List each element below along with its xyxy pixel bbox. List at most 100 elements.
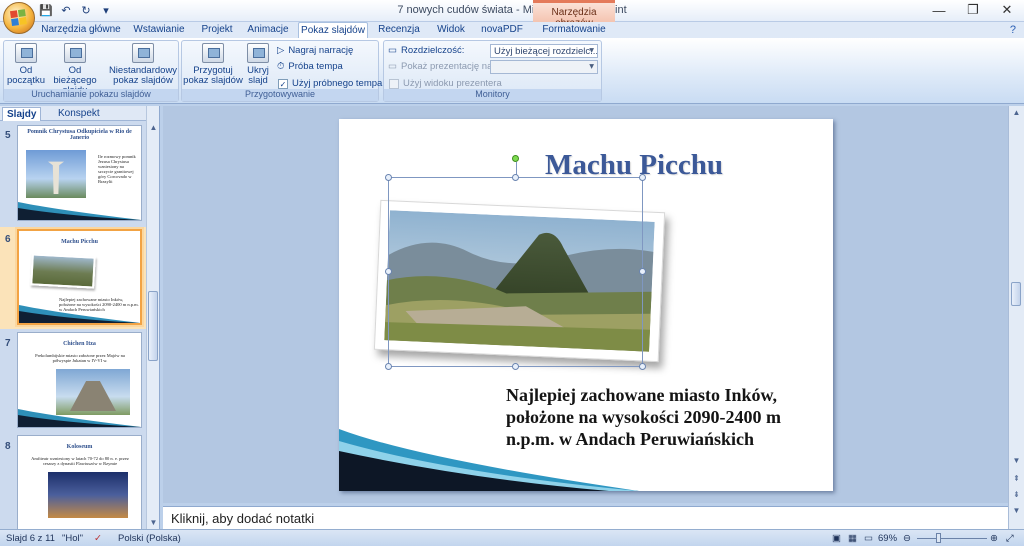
resize-handle[interactable] [385,268,392,275]
resize-handle[interactable] [512,174,519,181]
tab-review[interactable]: Recenzja [376,22,422,38]
resize-handle[interactable] [639,174,646,181]
status-bar: Slajd 6 z 11 "Hol" ✓ Polski (Polska) ▣ ▦… [0,529,1024,546]
theme-name: "Hol" [62,533,83,544]
close-button[interactable]: ✕ [990,0,1024,20]
show-on-label: ▭ Pokaż prezentację na: [388,61,495,72]
thumbnail-wave-decor [18,409,141,427]
presenter-view-checkbox[interactable]: Użyj widoku prezentera [389,78,502,89]
zoom-slider-thumb[interactable] [936,533,941,543]
editor-scrollbar[interactable]: ▲ ▼ ⇞ ⇟ ▼ [1008,106,1024,529]
tab-view[interactable]: Widok [431,22,471,38]
window-title: 7 nowych cudów świata - Microsoft PowerP… [397,4,627,16]
show-on-dropdown[interactable] [490,60,598,74]
group-label-setup: Przygotowywanie [182,89,378,101]
title-bar: 💾 ↶ ↻ ▾ 7 nowych cudów świata - Microsof… [0,0,1024,29]
slide-number: 8 [5,441,11,452]
tab-insert[interactable]: Wstawianie [128,22,190,38]
hide-slide-button[interactable]: Ukryj slajd [242,43,274,86]
tab-slide-show[interactable]: Pokaz slajdów [298,22,368,38]
tab-design[interactable]: Projekt [196,22,238,38]
resolution-dropdown[interactable]: Użyj bieżącej rozdzielc... [490,44,598,58]
picture-tools-header: Narzędzia obrazów [533,0,615,29]
scroll-down-arrow-icon[interactable]: ▼ [1010,454,1023,467]
checkbox-presenter-view[interactable] [389,78,399,89]
zoom-level[interactable]: 69% [878,533,897,544]
scroll-up-arrow-icon[interactable]: ▲ [1010,106,1023,119]
resize-handle[interactable] [639,268,646,275]
notes-pane[interactable]: Kliknij, aby dodać notatki [163,506,1008,529]
scroll-thumb[interactable] [148,291,158,361]
zoom-slider-track[interactable] [917,538,987,539]
fit-to-window-icon[interactable]: ⤢ [1006,533,1014,544]
zoom-in-icon[interactable]: ⊕ [990,533,998,544]
minimize-button[interactable]: — [922,0,956,20]
spellcheck-icon[interactable]: ✓ [94,533,102,544]
hide-slide-icon [247,43,269,63]
thumbnail-photo [48,472,128,518]
thumbnail-photo [26,150,86,198]
resize-handle[interactable] [385,174,392,181]
scroll-down-arrow-icon[interactable]: ▼ [1010,504,1023,517]
tab-outline[interactable]: Konspekt [54,107,104,121]
slide-thumbnail-6[interactable]: Machu Picchu Najlepiej zachowane miasto … [17,229,142,325]
normal-view-icon[interactable]: ▣ [832,533,841,544]
thumbnail-title: Pomnik Chrystusa Odkupiciela w Rio de Ja… [27,129,132,141]
custom-slideshow-button[interactable]: Niestandardowy pokaz slajdów [107,43,179,86]
tab-format[interactable]: Formatowanie [538,22,610,38]
panel-tabs: Slajdy Konspekt × [0,106,159,121]
thumbnail-title: Chichen Itza [63,341,96,347]
tab-slides[interactable]: Slajdy [2,107,42,121]
tab-animations[interactable]: Animacje [244,22,292,38]
group-label-start: Uruchamianie pokazu slajdów [4,89,178,101]
thumbnails-scrollbar[interactable]: ▲ ▼ [146,106,159,529]
thumbnail-text: Amfiteatr wzniesiony w latach 70-72 do 8… [31,456,129,466]
group-label-monitors: Monitory [384,89,601,101]
setup-show-icon [202,43,224,63]
group-setup: Przygotuj pokaz slajdów Ukryj slajd ▷ Na… [181,40,382,102]
language-indicator[interactable]: Polski (Polska) [118,533,181,544]
slides-panel: Slajdy Konspekt × 5 Pomnik Chrystusa Odk… [0,106,160,531]
scroll-thumb[interactable] [1011,282,1021,306]
resize-handle[interactable] [385,363,392,370]
thumbnail-title: Machu Picchu [61,239,98,245]
record-narration-button[interactable]: ▷ Nagraj narrację [277,45,353,56]
next-slide-icon[interactable]: ⇟ [1010,488,1023,501]
monitor-icon: ▭ [388,45,397,56]
slide-wave-decor [339,429,639,491]
rehearse-timings-button[interactable]: ⏱ Próba tempa [277,61,343,72]
slide-sorter-icon[interactable]: ▦ [848,533,857,544]
slideshow-start-icon [15,43,37,63]
slide-counter: Slajd 6 z 11 [6,533,55,544]
tab-novapdf[interactable]: novaPDF [478,22,526,38]
resize-handle[interactable] [639,363,646,370]
scroll-down-arrow-icon[interactable]: ▼ [147,516,160,529]
slideshow-current-icon [64,43,86,63]
custom-slideshow-icon [132,43,154,63]
checkbox-use-timings[interactable]: ✓ [278,78,288,89]
slide-thumbnail-8[interactable]: Koloseum Amfiteatr wzniesiony w latach 7… [17,435,142,531]
office-button[interactable] [3,2,35,34]
tab-home[interactable]: Narzędzia główne [40,22,122,38]
rotate-handle[interactable] [512,155,519,162]
picture-selection-box[interactable] [385,155,646,370]
slide-editor: Machu Picchu Najlepiej zachowane miasto … [163,106,1008,503]
slide-number: 6 [5,234,11,245]
slide-number: 7 [5,338,11,349]
thumbnail-text: Prekolumbijskie miasto założone przez Ma… [35,353,125,363]
slideshow-view-icon[interactable]: ▭ [864,533,873,544]
zoom-out-icon[interactable]: ⊖ [903,533,911,544]
previous-slide-icon[interactable]: ⇞ [1010,472,1023,485]
resize-handle[interactable] [512,363,519,370]
setup-show-button[interactable]: Przygotuj pokaz slajdów [183,43,243,86]
slide-thumbnail-7[interactable]: Chichen Itza Prekolumbijskie miasto zało… [17,332,142,428]
scroll-up-arrow-icon[interactable]: ▲ [147,121,160,134]
help-icon[interactable]: ? [1010,24,1016,36]
group-start-slideshow: Od początku Od bieżącego slajdu Niestand… [3,40,179,102]
slide-thumbnail-5[interactable]: Pomnik Chrystusa Odkupiciela w Rio de Ja… [17,125,142,221]
restore-button[interactable]: ❐ [956,0,990,20]
current-slide[interactable]: Machu Picchu Najlepiej zachowane miasto … [339,119,833,491]
from-beginning-button[interactable]: Od początku [6,43,46,86]
thumbnail-wave-decor [19,305,140,323]
use-timings-checkbox[interactable]: ✓ Użyj próbnego tempa [278,78,382,89]
